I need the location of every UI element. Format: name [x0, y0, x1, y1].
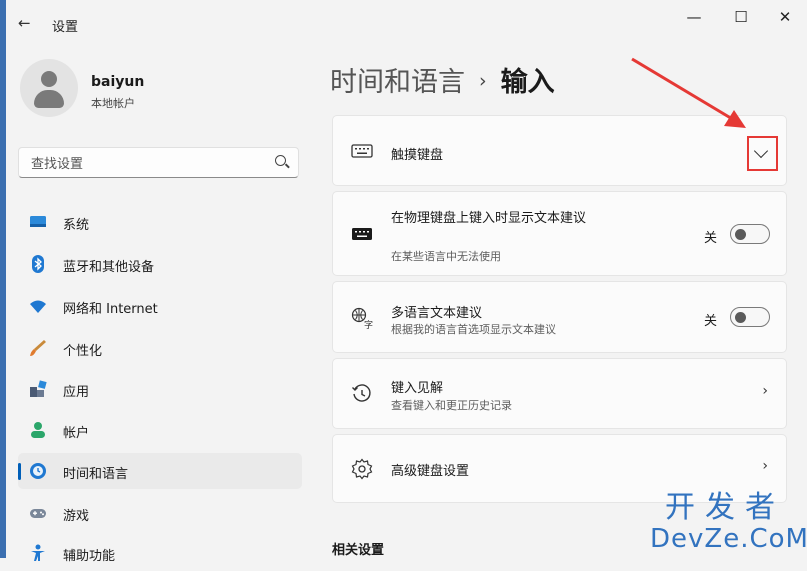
annotation-arrow-icon: [631, 57, 746, 128]
sidebar-item-label: 系统: [63, 218, 90, 233]
sidebar-item-label: 游戏: [63, 509, 90, 524]
system-icon: [30, 216, 46, 227]
settings-window: ← 设置 — ☐ ✕ baiyun 本地帐户 系统 蓝牙和其他设备 网络和 In…: [0, 0, 807, 564]
sidebar-item-network[interactable]: 网络和 Internet: [18, 288, 302, 324]
sidebar-item-accessibility[interactable]: 辅助功能: [18, 535, 302, 571]
chevron-down-icon[interactable]: [753, 143, 769, 159]
active-indicator: [18, 463, 21, 480]
multilingual-toggle[interactable]: [730, 307, 770, 327]
multilingual-suggestions-card: 字 多语言文本建议 根据我的语言首选项显示文本建议 关: [332, 281, 787, 353]
desktop-edge: [0, 0, 6, 558]
search-box[interactable]: [18, 147, 299, 178]
close-button[interactable]: ✕: [763, 6, 807, 28]
physical-keyboard-suggestions-card: 在物理键盘上键入时显示文本建议 在某些语言中无法使用 关: [332, 191, 787, 276]
search-input[interactable]: [29, 153, 263, 175]
sidebar-item-label: 应用: [63, 385, 90, 400]
sidebar-item-bluetooth[interactable]: 蓝牙和其他设备: [18, 246, 302, 282]
search-icon[interactable]: [275, 155, 286, 166]
time-language-icon: [30, 463, 46, 479]
sidebar-item-label: 网络和 Internet: [63, 302, 158, 317]
breadcrumb: 时间和语言 › 输入: [330, 60, 555, 99]
sidebar-item-personalization[interactable]: 个性化: [18, 330, 302, 366]
apps-icon: [30, 380, 47, 397]
toggle-knob: [735, 229, 746, 240]
bluetooth-icon: [32, 255, 44, 273]
watermark-line1: 开发者: [665, 490, 785, 525]
physical-suggestions-title: 在物理键盘上键入时显示文本建议: [391, 211, 587, 226]
sidebar-item-label: 帐户: [63, 426, 90, 441]
watermark-line2: DevZe.CoM: [650, 524, 807, 554]
wifi-icon: [30, 300, 46, 313]
avatar[interactable]: [20, 59, 78, 117]
keyboard-icon: [351, 144, 373, 158]
sidebar-item-label: 时间和语言: [63, 467, 129, 482]
sidebar-item-label: 个性化: [63, 344, 103, 359]
avatar-body: [34, 90, 64, 108]
physical-suggestions-subtitle: 在某些语言中无法使用: [391, 250, 501, 263]
accessibility-icon: [31, 544, 45, 561]
touch-keyboard-title: 触摸键盘: [391, 148, 444, 163]
sidebar-item-system[interactable]: 系统: [18, 204, 302, 240]
sidebar-item-apps[interactable]: 应用: [18, 371, 302, 407]
minimize-button[interactable]: —: [672, 6, 716, 28]
sidebar-item-label: 辅助功能: [63, 549, 116, 564]
svg-text:字: 字: [364, 319, 373, 329]
chevron-right-icon: ›: [762, 383, 768, 399]
multilingual-title: 多语言文本建议: [391, 306, 483, 321]
sidebar-item-accounts[interactable]: 帐户: [18, 412, 302, 448]
language-icon: 字: [351, 307, 373, 329]
sidebar-item-label: 蓝牙和其他设备: [63, 260, 155, 275]
sidebar-item-time-language[interactable]: 时间和语言: [18, 453, 302, 489]
user-name: baiyun: [91, 74, 145, 90]
maximize-button[interactable]: ☐: [719, 6, 763, 28]
typing-insights-subtitle: 查看键入和更正历史记录: [391, 399, 512, 412]
typing-insights-title: 键入见解: [391, 381, 444, 396]
gear-icon: [351, 458, 373, 480]
breadcrumb-separator: ›: [479, 70, 487, 92]
typing-insights-card[interactable]: 键入见解 查看键入和更正历史记录 ›: [332, 358, 787, 429]
history-icon: [352, 384, 371, 402]
page-title: 输入: [500, 67, 555, 98]
related-settings-heading: 相关设置: [332, 543, 385, 558]
physical-suggestions-toggle[interactable]: [730, 224, 770, 244]
watermark: 开发者 DevZe.CoM: [650, 490, 807, 555]
toggle-knob: [735, 312, 746, 323]
brush-icon: [30, 340, 46, 356]
keyboard-filled-icon: [352, 228, 372, 240]
expand-annotation-box[interactable]: [747, 136, 778, 171]
advanced-keyboard-title: 高级键盘设置: [391, 464, 470, 479]
back-button[interactable]: ←: [18, 14, 31, 32]
account-icon: [31, 422, 45, 438]
toggle-state-label: 关: [704, 314, 718, 329]
user-account-type: 本地帐户: [91, 97, 135, 110]
sidebar-item-gaming[interactable]: 游戏: [18, 495, 302, 531]
breadcrumb-parent[interactable]: 时间和语言: [330, 67, 465, 98]
gamepad-icon: [30, 509, 46, 518]
app-title: 设置: [52, 20, 79, 35]
toggle-state-label: 关: [704, 231, 718, 246]
chevron-right-icon: ›: [762, 458, 768, 474]
avatar-head: [41, 71, 57, 87]
multilingual-subtitle: 根据我的语言首选项显示文本建议: [391, 323, 556, 336]
